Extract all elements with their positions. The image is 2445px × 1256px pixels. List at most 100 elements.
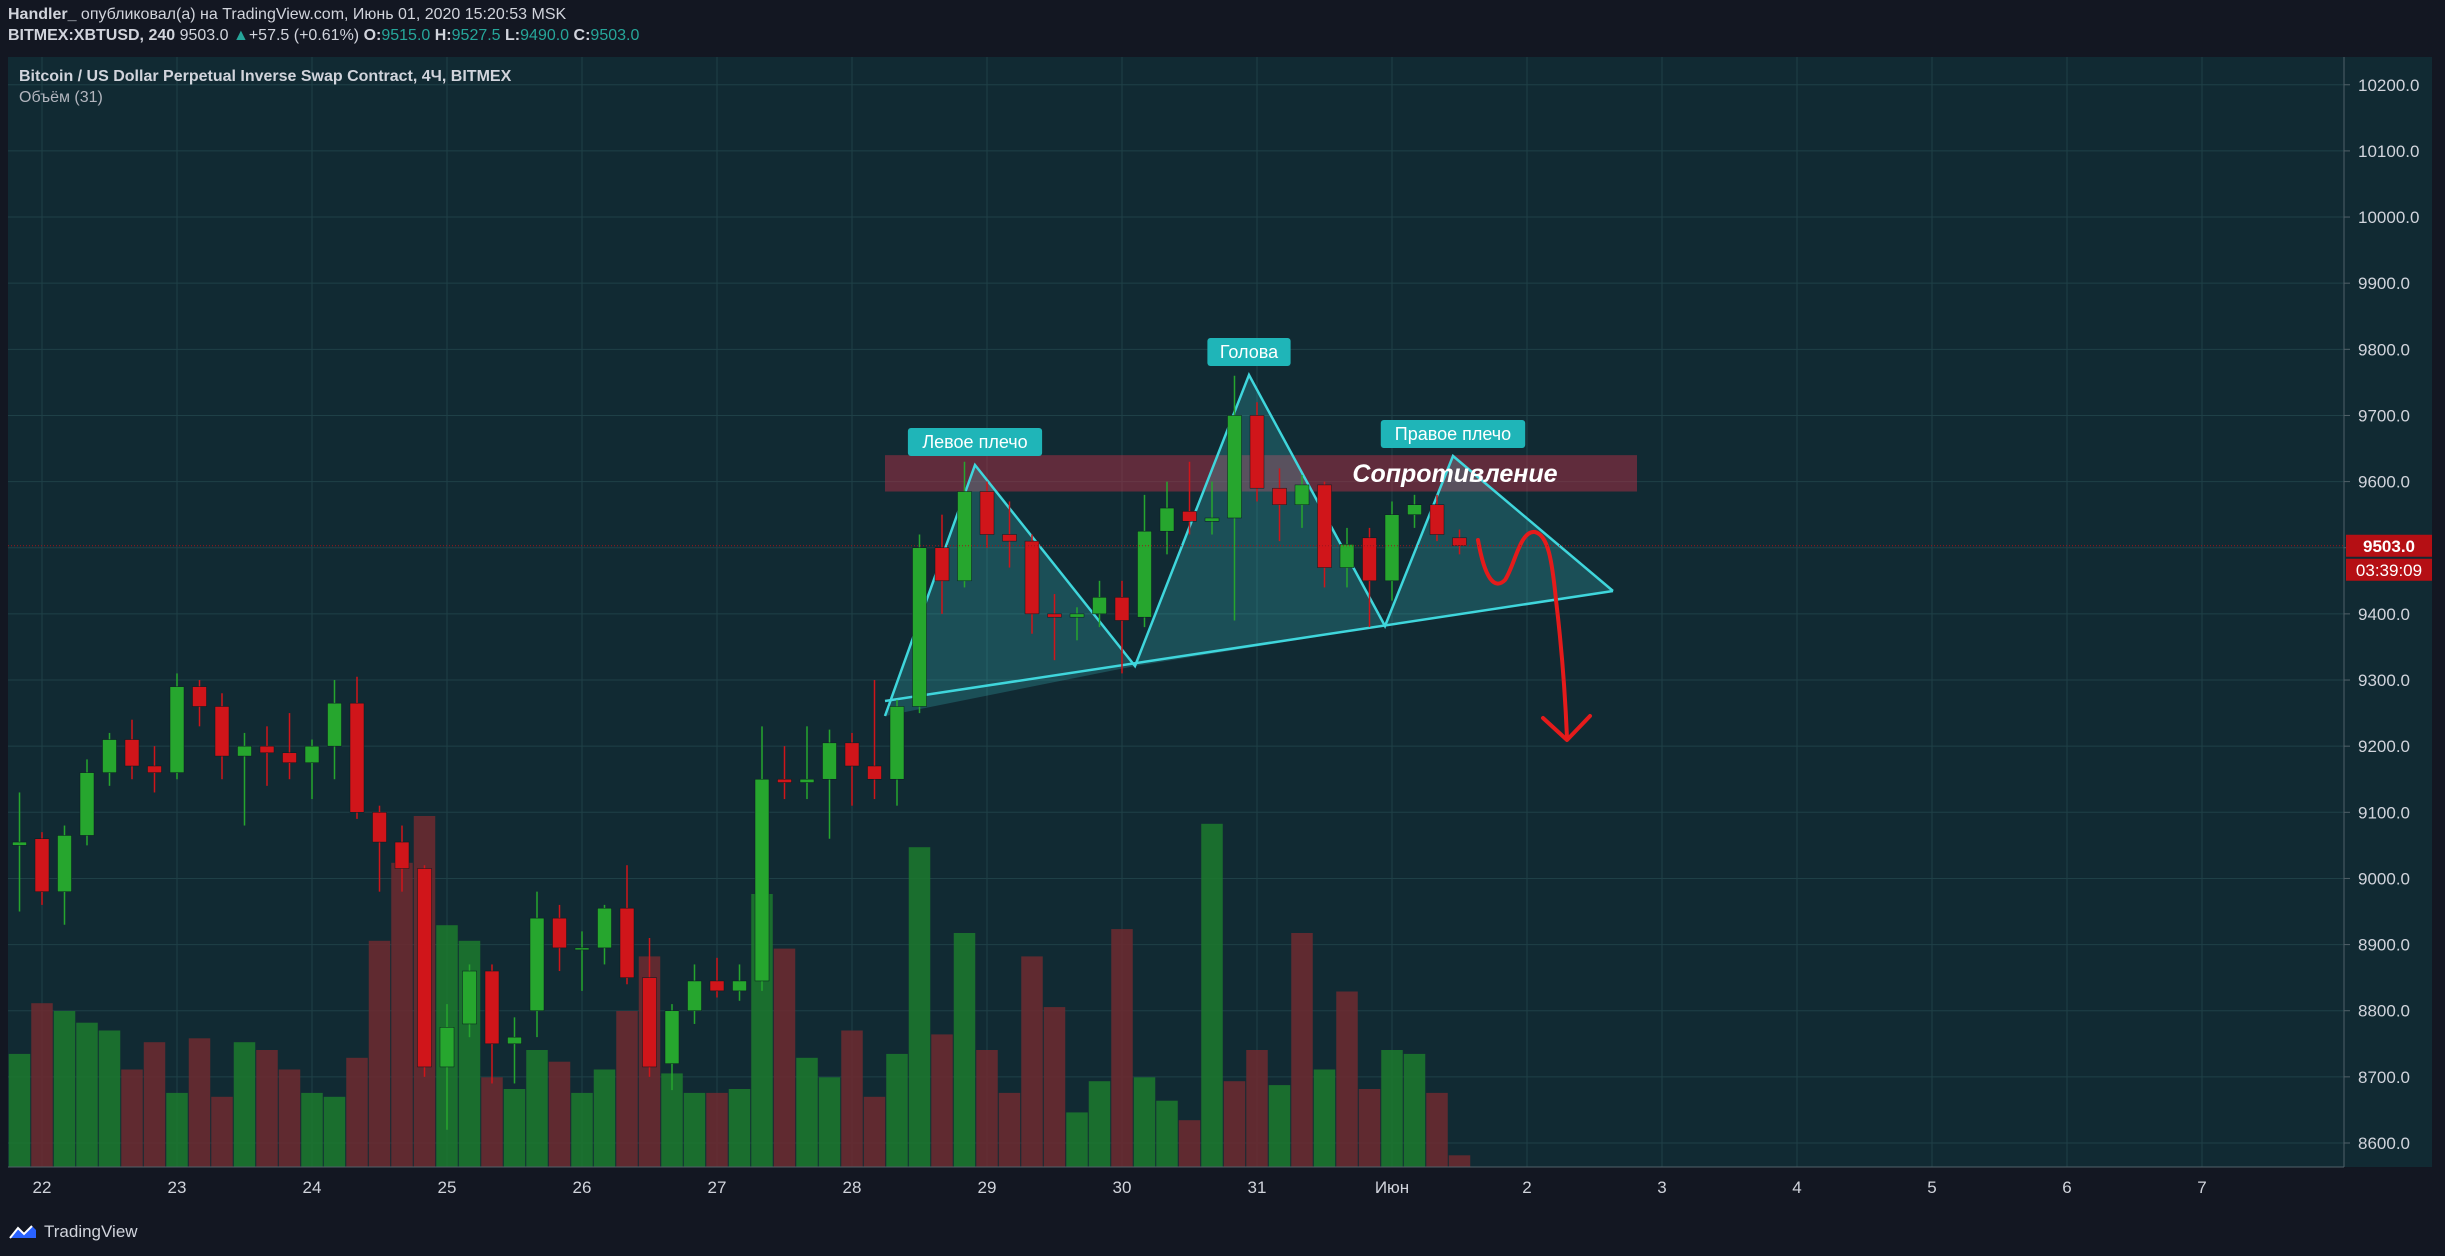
volume-bar: [301, 1092, 323, 1167]
volume-bar: [1448, 1155, 1471, 1167]
x-tick-label: 3: [1657, 1178, 1666, 1197]
volume-bar: [1313, 1069, 1336, 1167]
volume-bar: [346, 1057, 368, 1167]
volume-bar: [8, 1053, 31, 1167]
y-tick-label: 10100.0: [2358, 142, 2419, 161]
candle-body: [1069, 613, 1085, 618]
volume-bar: [796, 1057, 818, 1167]
volume-bar: [391, 862, 413, 1167]
x-tick-label: 28: [843, 1178, 862, 1197]
volume-bar: [1111, 929, 1133, 1167]
candle-body: [1249, 415, 1265, 489]
price-chart[interactable]: Левое плечо Голова Правое плечо Сопротивлен…: [0, 0, 2445, 1256]
candle-body: [912, 547, 927, 707]
y-tick-label: 9100.0: [2358, 803, 2410, 822]
candle-body: [304, 745, 320, 763]
time-axis[interactable]: 22 23 24 25 26 27 28 29 30 31 Июн 2 3 4 5 6 7: [33, 1178, 2207, 1197]
volume-bar: [616, 1011, 638, 1167]
volume-bar: [1133, 1077, 1156, 1167]
volume-bar: [571, 1092, 593, 1167]
volume-bar: [76, 1022, 98, 1167]
volume-bar: [278, 1069, 301, 1167]
candle-body: [934, 547, 950, 582]
y-tick-label: 9900.0: [2358, 274, 2410, 293]
x-tick-label: 23: [168, 1178, 187, 1197]
volume-bar: [1156, 1100, 1178, 1167]
volume-bar: [53, 1011, 76, 1167]
y-tick-label: 9700.0: [2358, 406, 2410, 425]
volume-bar: [1088, 1081, 1111, 1167]
candle: [1249, 402, 1265, 502]
candle-body: [1339, 544, 1355, 568]
candle-body: [147, 765, 162, 773]
footer: TradingView: [8, 1222, 138, 1242]
volume-bar: [1403, 1053, 1426, 1167]
volume-bar: [683, 1092, 706, 1167]
y-tick-label: 9300.0: [2358, 671, 2410, 690]
volume-bar: [143, 1042, 166, 1167]
x-tick-label: 31: [1248, 1178, 1267, 1197]
y-tick-label: 10200.0: [2358, 76, 2419, 95]
candle-body: [237, 745, 252, 757]
y-tick-label: 9800.0: [2358, 340, 2410, 359]
candle-body: [754, 778, 770, 982]
y-tick-label: 9200.0: [2358, 737, 2410, 756]
candle-body: [889, 706, 905, 780]
candle-body: [1114, 597, 1130, 621]
volume-bar: [1291, 933, 1313, 1167]
candle-body: [57, 835, 72, 892]
candle-body: [439, 1027, 455, 1068]
volume-bar: [256, 1050, 278, 1167]
price-tag-value: 9503.0: [2363, 537, 2415, 556]
candle-body: [552, 917, 567, 949]
tradingview-logo-icon[interactable]: [8, 1224, 38, 1240]
volume-bar: [548, 1061, 571, 1167]
candle-body: [799, 778, 815, 783]
volume-bar: [503, 1089, 526, 1167]
volume-bar: [841, 1030, 863, 1167]
candle-body: [1002, 534, 1017, 542]
volume-bar: [1246, 1050, 1268, 1167]
candle-body: [1429, 504, 1445, 535]
volume-bar: [1426, 1092, 1448, 1167]
candle-body: [597, 907, 612, 949]
candle-body: [1024, 540, 1040, 615]
candle-body: [664, 1010, 680, 1064]
candle-body: [282, 752, 297, 763]
candle: [169, 673, 185, 780]
candle-body: [124, 739, 140, 767]
volume-bar: [728, 1089, 751, 1167]
volume-bar: [211, 1096, 233, 1167]
x-tick-label: 24: [303, 1178, 322, 1197]
candle-body: [79, 772, 95, 836]
candle-body: [1294, 484, 1310, 505]
candle-body: [777, 778, 792, 783]
y-tick-label: 8600.0: [2358, 1134, 2410, 1153]
candle-body: [867, 765, 882, 780]
x-tick-label: 25: [438, 1178, 457, 1197]
volume-bar: [368, 940, 391, 1167]
candle-body: [12, 841, 27, 846]
candle-body: [1362, 537, 1377, 582]
volume-bar: [481, 1077, 503, 1167]
candle-body: [1159, 507, 1175, 532]
candle-body: [372, 812, 387, 843]
right-shoulder-label: Правое плечо: [1395, 424, 1511, 444]
candle-body: [507, 1036, 522, 1045]
volume-legend: Объём (31): [19, 89, 103, 106]
candle-body: [259, 745, 275, 754]
footer-brand[interactable]: TradingView: [44, 1222, 138, 1242]
volume-bar: [1178, 1120, 1201, 1167]
candle-body: [687, 980, 702, 1011]
candle-body: [1204, 517, 1220, 522]
volume-bar: [1381, 1050, 1403, 1167]
candle-body: [822, 742, 837, 780]
head-label: Голова: [1220, 342, 1279, 362]
x-tick-label: 26: [573, 1178, 592, 1197]
candle-body: [1092, 597, 1107, 615]
volume-bar: [886, 1053, 908, 1167]
volume-bar: [1043, 1007, 1066, 1167]
candle-body: [462, 970, 477, 1025]
volume-bar: [818, 1077, 841, 1167]
candle-body: [1047, 613, 1062, 618]
